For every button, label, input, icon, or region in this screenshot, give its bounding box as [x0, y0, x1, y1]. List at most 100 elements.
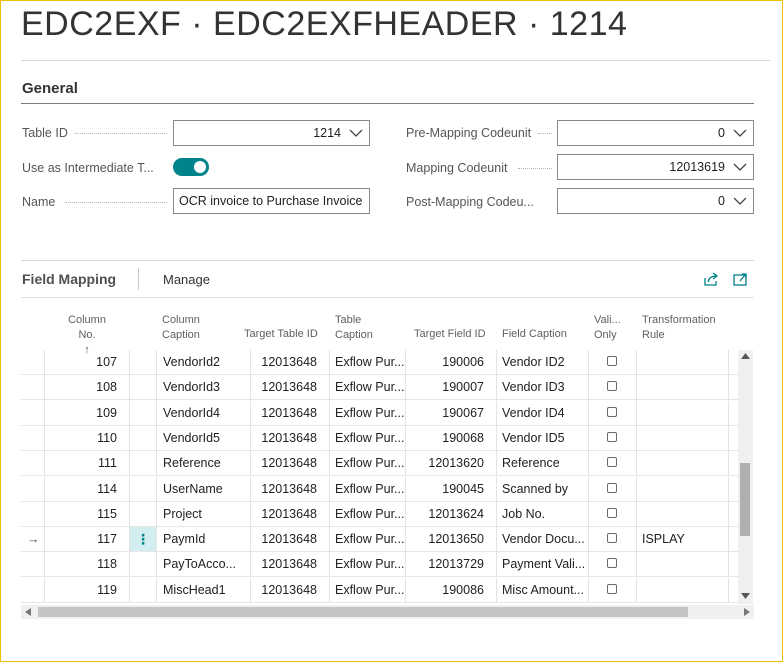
validate-only-checkbox[interactable]	[607, 583, 617, 594]
header-field-caption[interactable]: Field Caption	[502, 327, 567, 342]
expand-icon[interactable]	[732, 271, 748, 287]
validate-only-checkbox[interactable]	[607, 482, 617, 493]
scroll-right-icon[interactable]	[744, 608, 750, 616]
cell-column-no[interactable]: 109	[96, 401, 117, 426]
validate-only-checkbox[interactable]	[607, 457, 617, 468]
table-row[interactable]: 110 VendorId5 12013648 Exflow Pur... 190068 V…	[21, 425, 738, 451]
validate-only-checkbox[interactable]	[607, 406, 617, 417]
cell-column-no[interactable]: 115	[97, 502, 117, 527]
table-row[interactable]: 108 VendorId3 12013648 Exflow Pur... 190007 V…	[21, 375, 738, 401]
cell-column-caption[interactable]: PaymId	[163, 527, 243, 552]
cell-table-caption[interactable]: Exflow Pur...	[335, 426, 415, 451]
cell-table-caption[interactable]: Exflow Pur...	[335, 527, 415, 552]
horizontal-scroll-thumb[interactable]	[38, 607, 688, 617]
cell-transformation-rule[interactable]	[642, 502, 722, 527]
horizontal-scrollbar[interactable]	[21, 605, 754, 619]
cell-target-table-id[interactable]: 12013648	[261, 401, 317, 426]
row-actions-icon[interactable]: ⋮	[130, 527, 156, 552]
cell-target-table-id[interactable]: 12013648	[261, 477, 317, 502]
cell-transformation-rule[interactable]: ISPLAY	[642, 527, 722, 552]
table-row[interactable]: 111 Reference 12013648 Exflow Pur... 1201362…	[21, 451, 738, 477]
table-row[interactable]: 119 MiscHead1 12013648 Exflow Pur... 190086 M…	[21, 577, 738, 603]
header-column-caption[interactable]: Column Caption	[162, 313, 200, 343]
cell-field-caption[interactable]: Reference	[502, 451, 586, 476]
cell-column-no[interactable]: 114	[97, 477, 117, 502]
cell-field-caption[interactable]: Vendor ID5	[502, 426, 586, 451]
cell-field-caption[interactable]: Scanned by	[502, 477, 586, 502]
cell-column-no[interactable]: 110	[97, 426, 117, 451]
cell-target-field-id[interactable]: 190086	[442, 578, 484, 603]
cell-target-table-id[interactable]: 12013648	[261, 350, 317, 375]
field-mapping-title[interactable]: Field Mapping	[22, 271, 116, 287]
table-row[interactable]: → ⋮ 117 PaymId 12013648 Exflow Pur... 12013650…	[21, 527, 738, 553]
cell-column-caption[interactable]: VendorId4	[163, 401, 243, 426]
cell-transformation-rule[interactable]	[642, 578, 722, 603]
cell-target-field-id[interactable]: 190068	[442, 426, 484, 451]
cell-transformation-rule[interactable]	[642, 426, 722, 451]
cell-field-caption[interactable]: Vendor ID2	[502, 350, 586, 375]
table-row[interactable]: 115 Project 12013648 Exflow Pur... 12013624 J…	[21, 501, 738, 527]
cell-target-field-id[interactable]: 190007	[442, 375, 484, 400]
header-table-caption[interactable]: Table Caption	[335, 313, 373, 343]
header-transformation-rule[interactable]: Transformation Rule	[642, 313, 716, 343]
table-id-field[interactable]: 1214	[173, 120, 370, 146]
cell-column-caption[interactable]: PayToAcco...	[163, 552, 243, 577]
cell-target-table-id[interactable]: 12013648	[261, 375, 317, 400]
cell-table-caption[interactable]: Exflow Pur...	[335, 451, 415, 476]
post-mapping-field[interactable]: 0	[557, 188, 754, 214]
cell-target-field-id[interactable]: 12013624	[428, 502, 484, 527]
table-row[interactable]: 107 VendorId2 12013648 Exflow Pur... 190006 V…	[21, 350, 738, 375]
cell-table-caption[interactable]: Exflow Pur...	[335, 375, 415, 400]
mapping-field[interactable]: 12013619	[557, 154, 754, 180]
table-row[interactable]: 109 VendorId4 12013648 Exflow Pur... 190067 V…	[21, 400, 738, 426]
table-row[interactable]: 118 PayToAcco... 12013648 Exflow Pur... 1201…	[21, 552, 738, 578]
cell-column-caption[interactable]: VendorId2	[163, 350, 243, 375]
name-field[interactable]: OCR invoice to Purchase Invoice	[173, 188, 370, 214]
cell-target-field-id[interactable]: 12013729	[428, 552, 484, 577]
cell-transformation-rule[interactable]	[642, 350, 722, 375]
cell-field-caption[interactable]: Vendor ID4	[502, 401, 586, 426]
cell-column-no[interactable]: 111	[98, 451, 117, 476]
chevron-down-icon[interactable]	[733, 196, 747, 206]
cell-target-table-id[interactable]: 12013648	[261, 578, 317, 603]
cell-transformation-rule[interactable]	[642, 552, 722, 577]
cell-column-caption[interactable]: Project	[163, 502, 243, 527]
cell-column-caption[interactable]: VendorId3	[163, 375, 243, 400]
header-target-field-id[interactable]: Target Field ID	[414, 327, 486, 342]
validate-only-checkbox[interactable]	[607, 431, 617, 442]
cell-column-caption[interactable]: MiscHead1	[163, 578, 243, 603]
cell-column-caption[interactable]: UserName	[163, 477, 243, 502]
cell-table-caption[interactable]: Exflow Pur...	[335, 578, 415, 603]
cell-transformation-rule[interactable]	[642, 401, 722, 426]
cell-field-caption[interactable]: Vendor ID3	[502, 375, 586, 400]
cell-field-caption[interactable]: Misc Amount...	[502, 578, 586, 603]
cell-table-caption[interactable]: Exflow Pur...	[335, 350, 415, 375]
pre-mapping-field[interactable]: 0	[557, 120, 754, 146]
chevron-down-icon[interactable]	[733, 128, 747, 138]
use-intermediate-toggle[interactable]	[173, 158, 209, 176]
cell-column-no[interactable]: 119	[97, 578, 117, 603]
scroll-left-icon[interactable]	[25, 608, 31, 616]
cell-target-table-id[interactable]: 12013648	[261, 502, 317, 527]
cell-transformation-rule[interactable]	[642, 477, 722, 502]
header-target-table-id[interactable]: Target Table ID	[244, 327, 318, 342]
cell-column-no[interactable]: 117	[97, 527, 117, 552]
cell-target-field-id[interactable]: 190006	[442, 350, 484, 375]
validate-only-checkbox[interactable]	[607, 381, 617, 392]
cell-target-field-id[interactable]: 190045	[442, 477, 484, 502]
cell-column-no[interactable]: 108	[96, 375, 117, 400]
share-icon[interactable]	[703, 271, 719, 287]
cell-table-caption[interactable]: Exflow Pur...	[335, 477, 415, 502]
cell-target-table-id[interactable]: 12013648	[261, 552, 317, 577]
scroll-down-icon[interactable]	[741, 593, 750, 599]
header-validate-only[interactable]: Vali... Only	[594, 313, 621, 343]
validate-only-checkbox[interactable]	[607, 533, 617, 544]
cell-field-caption[interactable]: Job No.	[502, 502, 586, 527]
scroll-up-icon[interactable]	[741, 353, 750, 359]
table-row[interactable]: 114 UserName 12013648 Exflow Pur... 190045 Sc…	[21, 476, 738, 502]
vertical-scroll-thumb[interactable]	[740, 463, 750, 536]
section-title-general[interactable]: General	[22, 80, 78, 97]
cell-target-table-id[interactable]: 12013648	[261, 426, 317, 451]
cell-column-no[interactable]: 107	[96, 350, 117, 375]
vertical-scrollbar[interactable]	[738, 350, 753, 604]
